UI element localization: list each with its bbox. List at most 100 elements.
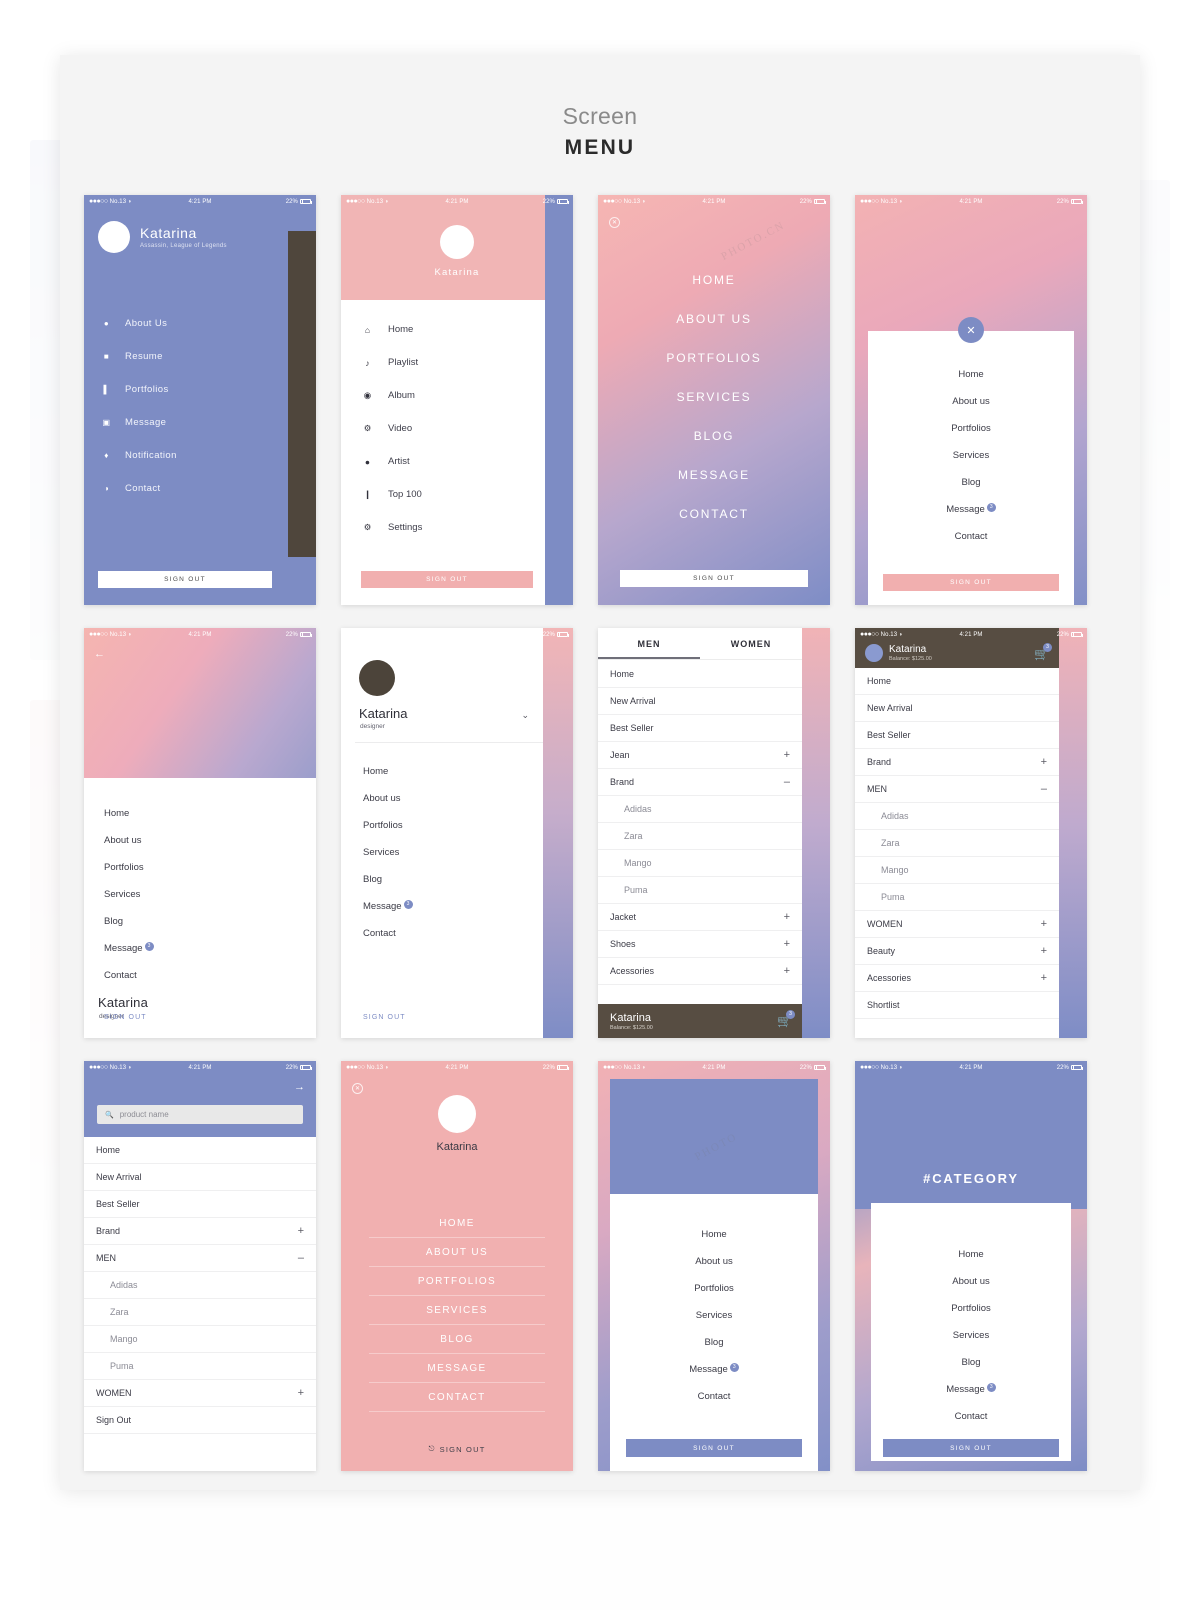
menu-item-about-us[interactable]: ABOUT US bbox=[369, 1238, 545, 1267]
list-item[interactable]: Home bbox=[84, 1137, 316, 1164]
menu-item-home[interactable]: Home bbox=[855, 361, 1087, 388]
menu-item-blog[interactable]: Blog bbox=[598, 1329, 830, 1356]
menu-item-blog[interactable]: BLOG bbox=[598, 417, 830, 456]
list-item[interactable]: Best Seller bbox=[598, 715, 802, 742]
menu-item-portfolios[interactable]: ▌ Portfolios bbox=[102, 373, 276, 406]
menu-item-contact[interactable]: ◑ Contact bbox=[102, 472, 276, 505]
expand-control[interactable]: + bbox=[1041, 945, 1047, 957]
chevron-down-icon[interactable]: ⌄ bbox=[521, 710, 529, 721]
menu-item-contact[interactable]: CONTACT bbox=[598, 495, 830, 534]
list-item[interactable]: Best Seller bbox=[855, 722, 1059, 749]
menu-item-home[interactable]: Home bbox=[855, 1241, 1087, 1268]
tab-women[interactable]: WOMEN bbox=[700, 628, 802, 659]
list-item[interactable]: Shortlist bbox=[855, 992, 1059, 1019]
expand-control[interactable]: + bbox=[784, 965, 790, 977]
cart-icon[interactable]: 🛒 3 bbox=[1034, 643, 1052, 661]
sign-out-button[interactable]: SIGN OUT bbox=[626, 1439, 802, 1457]
menu-item-home[interactable]: ⌂ Home bbox=[363, 313, 533, 346]
menu-item-resume[interactable]: ■ Resume bbox=[102, 340, 276, 373]
list-item[interactable]: Acessories + bbox=[598, 958, 802, 985]
menu-item-contact[interactable]: CONTACT bbox=[369, 1383, 545, 1412]
list-item[interactable]: New Arrival bbox=[598, 688, 802, 715]
close-icon[interactable]: ✕ bbox=[609, 217, 620, 228]
menu-item-about-us[interactable]: ABOUT US bbox=[598, 300, 830, 339]
cart-icon[interactable]: 🛒 3 bbox=[777, 1010, 795, 1028]
list-item[interactable]: Home bbox=[598, 661, 802, 688]
sign-out-button[interactable]: Sign Out bbox=[84, 1407, 316, 1434]
menu-item-contact[interactable]: Contact bbox=[363, 920, 541, 947]
expand-control[interactable]: + bbox=[784, 938, 790, 950]
sign-out-button[interactable]: SIGN OUT bbox=[363, 1014, 406, 1021]
menu-item-about-us[interactable]: About us bbox=[598, 1248, 830, 1275]
menu-item-message[interactable]: Message 3 bbox=[855, 1376, 1087, 1403]
menu-item-portfolios[interactable]: PORTFOLIOS bbox=[369, 1267, 545, 1296]
menu-item-portfolios[interactable]: PORTFOLIOS bbox=[598, 339, 830, 378]
list-item[interactable]: Adidas bbox=[598, 796, 802, 823]
list-item[interactable]: MEN – bbox=[84, 1245, 316, 1272]
menu-item-message[interactable]: Message 3 bbox=[363, 893, 541, 920]
list-item[interactable]: Beauty + bbox=[855, 938, 1059, 965]
list-item[interactable]: New Arrival bbox=[855, 695, 1059, 722]
menu-item-about-us[interactable]: About us bbox=[104, 827, 302, 854]
menu-item-home[interactable]: Home bbox=[598, 1221, 830, 1248]
list-item[interactable]: Jean + bbox=[598, 742, 802, 769]
sign-out-button[interactable]: SIGN OUT bbox=[620, 570, 808, 587]
list-item[interactable]: Adidas bbox=[855, 803, 1059, 830]
menu-item-message[interactable]: Message 3 bbox=[104, 935, 302, 962]
menu-item-blog[interactable]: BLOG bbox=[369, 1325, 545, 1354]
menu-item-services[interactable]: SERVICES bbox=[598, 378, 830, 417]
sign-out-button[interactable]: SIGN OUT bbox=[883, 574, 1059, 591]
menu-item-message[interactable]: MESSAGE bbox=[369, 1354, 545, 1383]
menu-item-home[interactable]: HOME bbox=[369, 1209, 545, 1238]
arrow-right-icon[interactable]: → bbox=[294, 1081, 305, 1093]
menu-item-portfolios[interactable]: Portfolios bbox=[363, 812, 541, 839]
sign-out-button[interactable]: SIGN OUT bbox=[104, 1014, 147, 1021]
menu-item-contact[interactable]: Contact bbox=[855, 1403, 1087, 1430]
collapse-control[interactable]: – bbox=[298, 1252, 304, 1264]
list-item[interactable]: Brand – bbox=[598, 769, 802, 796]
sign-out-button[interactable]: ⎋ SIGN OUT bbox=[341, 1444, 573, 1454]
menu-item-top-100[interactable]: ❙ Top 100 bbox=[363, 478, 533, 511]
list-item[interactable]: Mango bbox=[855, 857, 1059, 884]
expand-control[interactable]: + bbox=[1041, 756, 1047, 768]
sign-out-button[interactable]: SIGN OUT bbox=[98, 571, 272, 588]
list-item[interactable]: Best Seller bbox=[84, 1191, 316, 1218]
menu-item-home[interactable]: HOME bbox=[598, 261, 830, 300]
list-item[interactable]: WOMEN + bbox=[84, 1380, 316, 1407]
sign-out-button[interactable]: SIGN OUT bbox=[361, 571, 533, 588]
menu-item-blog[interactable]: Blog bbox=[855, 469, 1087, 496]
menu-item-portfolios[interactable]: Portfolios bbox=[855, 415, 1087, 442]
close-icon[interactable]: ✕ bbox=[958, 317, 984, 343]
list-item[interactable]: New Arrival bbox=[84, 1164, 316, 1191]
menu-item-contact[interactable]: Contact bbox=[598, 1383, 830, 1410]
expand-control[interactable]: + bbox=[784, 911, 790, 923]
menu-item-services[interactable]: Services bbox=[598, 1302, 830, 1329]
menu-item-services[interactable]: Services bbox=[363, 839, 541, 866]
menu-item-services[interactable]: Services bbox=[104, 881, 302, 908]
menu-item-contact[interactable]: Contact bbox=[104, 962, 302, 989]
list-item[interactable]: Mango bbox=[598, 850, 802, 877]
list-item[interactable]: MEN – bbox=[855, 776, 1059, 803]
collapse-control[interactable]: – bbox=[1041, 783, 1047, 795]
menu-item-about-us[interactable]: ● About Us bbox=[102, 307, 276, 340]
expand-control[interactable]: + bbox=[298, 1387, 304, 1399]
list-item[interactable]: Acessories + bbox=[855, 965, 1059, 992]
menu-item-portfolios[interactable]: Portfolios bbox=[855, 1295, 1087, 1322]
menu-item-contact[interactable]: Contact bbox=[855, 523, 1087, 550]
list-item[interactable]: Adidas bbox=[84, 1272, 316, 1299]
list-item[interactable]: Brand + bbox=[84, 1218, 316, 1245]
menu-item-message[interactable]: Message 3 bbox=[855, 496, 1087, 523]
menu-item-video[interactable]: ⚙ Video bbox=[363, 412, 533, 445]
list-item[interactable]: Mango bbox=[84, 1326, 316, 1353]
list-item[interactable]: Shoes + bbox=[598, 931, 802, 958]
menu-item-playlist[interactable]: ♪ Playlist bbox=[363, 346, 533, 379]
expand-control[interactable]: + bbox=[784, 749, 790, 761]
menu-item-message[interactable]: Message 3 bbox=[598, 1356, 830, 1383]
list-item[interactable]: Zara bbox=[84, 1299, 316, 1326]
menu-item-services[interactable]: Services bbox=[855, 442, 1087, 469]
menu-item-album[interactable]: ◉ Album bbox=[363, 379, 533, 412]
menu-item-about-us[interactable]: About us bbox=[855, 388, 1087, 415]
expand-control[interactable]: + bbox=[1041, 972, 1047, 984]
menu-item-portfolios[interactable]: Portfolios bbox=[104, 854, 302, 881]
menu-item-blog[interactable]: Blog bbox=[104, 908, 302, 935]
